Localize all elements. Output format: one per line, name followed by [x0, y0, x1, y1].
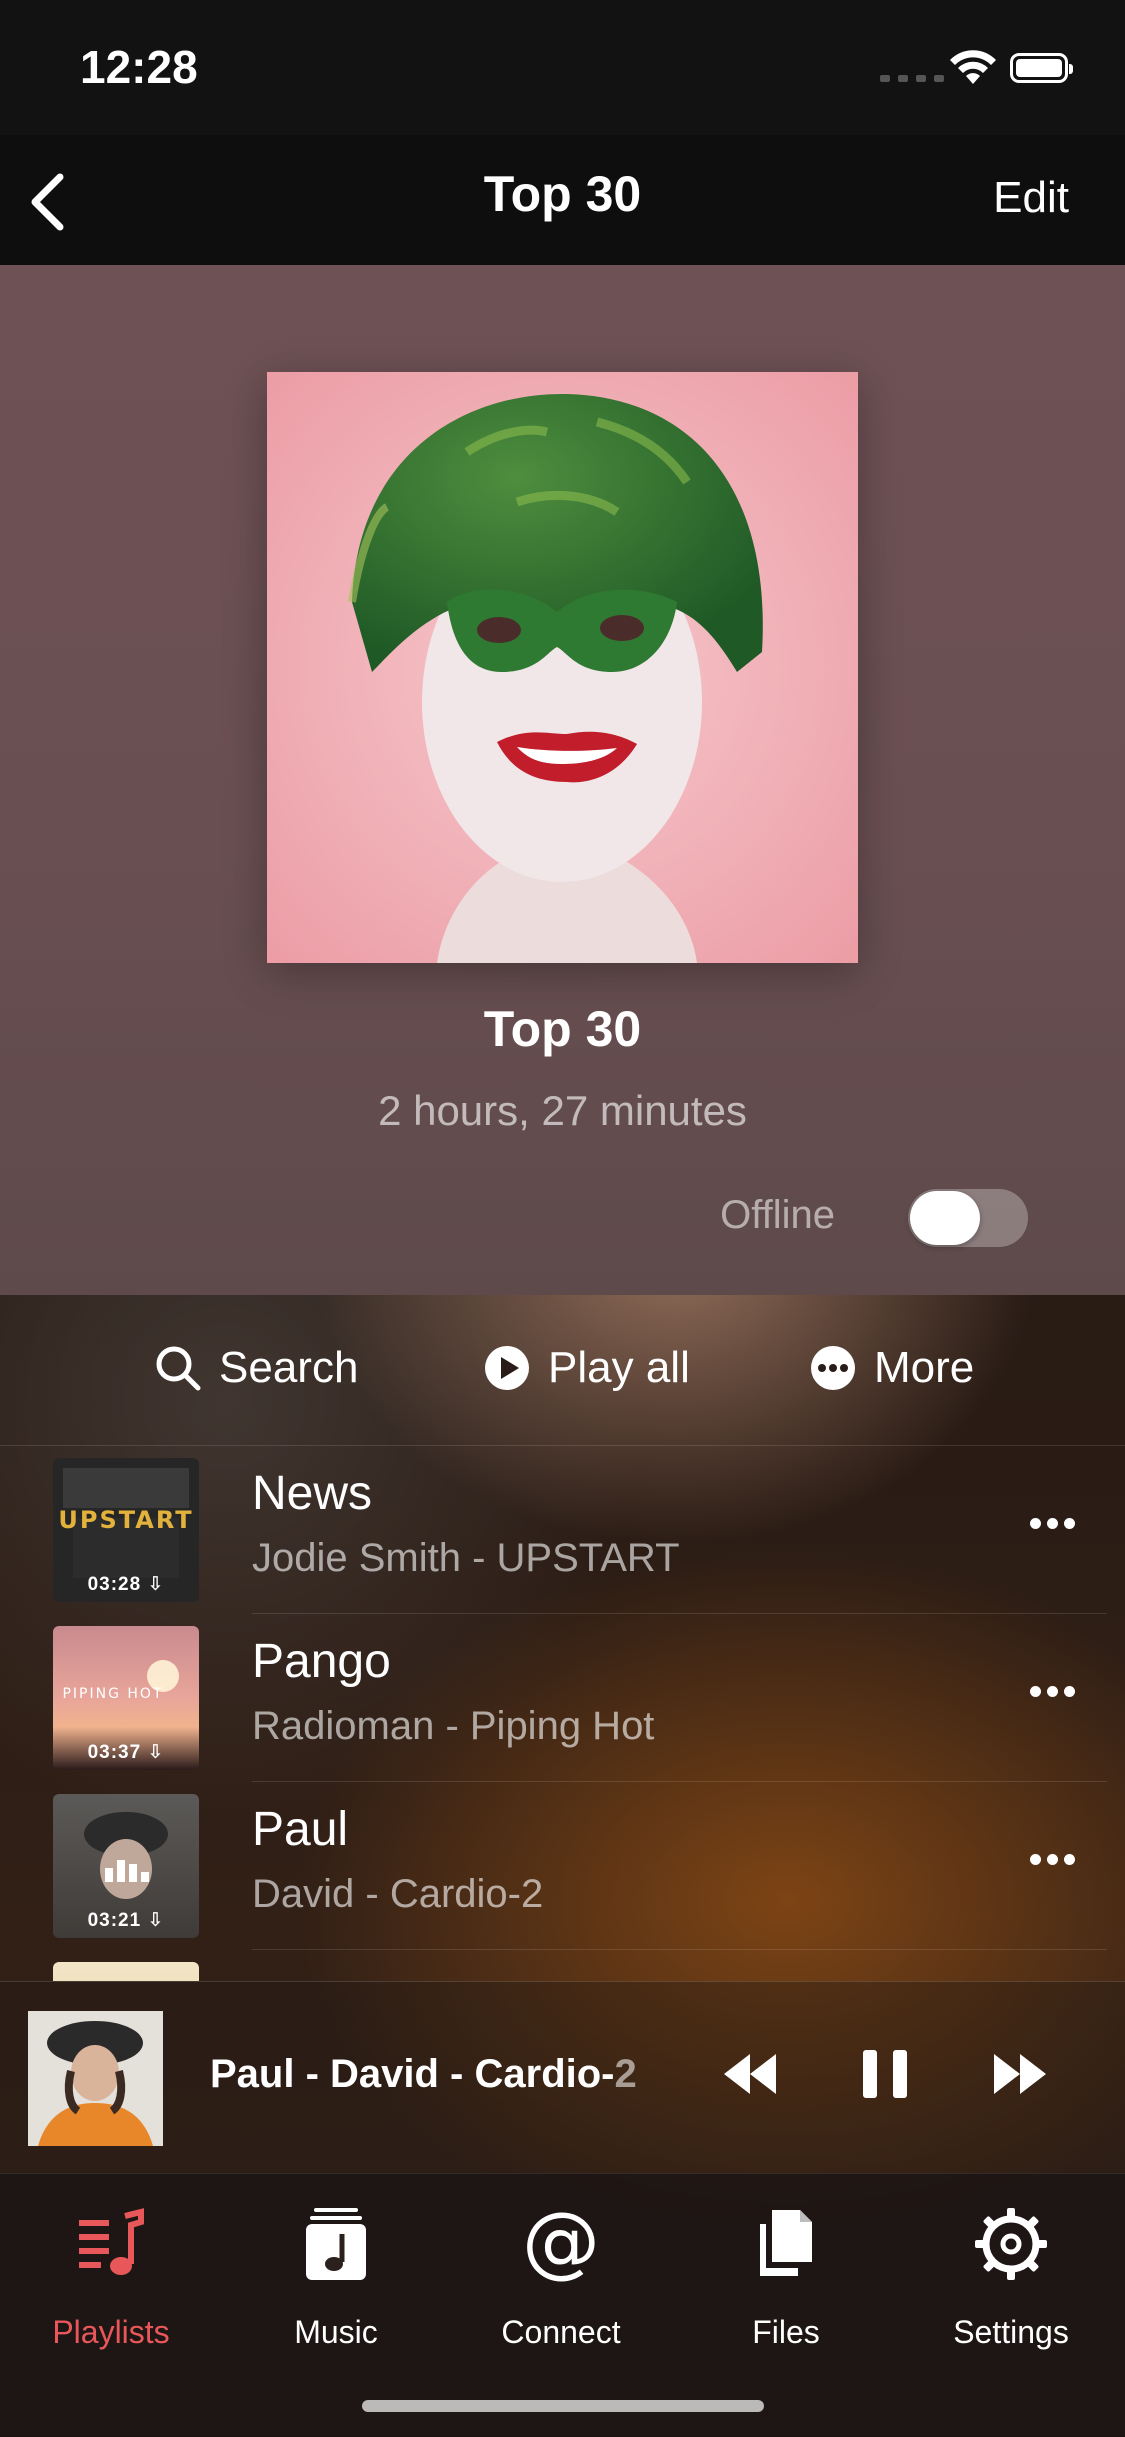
- tab-bar: Playlists Music @ Connect Files Settings: [0, 2173, 1125, 2437]
- equalizer-icon: [105, 1868, 113, 1882]
- playlist-header: Top 30 2 hours, 27 minutes Offline: [0, 265, 1125, 1295]
- track-artist-album: David - Cardio-2: [252, 1872, 544, 1916]
- track-row[interactable]: PIPING HOT 03:37 ⇩ Pango Radioman - Pipi…: [0, 1614, 1125, 1782]
- playlist-title: Top 30: [483, 1001, 642, 1057]
- track-list: UPSTART 03:28 ⇩ News Jodie Smith - UPSTA…: [0, 1446, 1125, 1981]
- track-more-button[interactable]: [1030, 1840, 1075, 1879]
- play-all-label: Play all: [548, 1343, 690, 1392]
- tab-settings[interactable]: Settings: [911, 2204, 1111, 2351]
- toggle-knob: [910, 1191, 980, 1245]
- playlist-icon: [79, 2208, 144, 2275]
- navigation-bar: Top 30 Edit: [0, 135, 1125, 266]
- playlist-cover-art: [267, 372, 858, 963]
- now-playing-artwork: [28, 2011, 163, 2146]
- offline-label: Offline: [720, 1193, 835, 1237]
- track-artwork: 03:21 ⇩: [53, 1794, 199, 1938]
- track-art-text: PIPING HOT: [62, 1686, 163, 1702]
- playlist-actions: Search Play all More: [0, 1295, 1125, 1446]
- home-indicator: [362, 2400, 764, 2412]
- more-button[interactable]: More: [810, 1343, 974, 1393]
- track-duration: 03:37 ⇩: [87, 1742, 165, 1763]
- edit-button[interactable]: Edit: [993, 173, 1069, 223]
- at-sign-icon: @: [522, 2204, 600, 2284]
- tab-connect[interactable]: @ Connect: [461, 2204, 661, 2351]
- track-more-button[interactable]: [1030, 1672, 1075, 1711]
- track-row[interactable]: [0, 1950, 1125, 1981]
- battery-icon: [1010, 53, 1073, 83]
- search-button[interactable]: Search: [155, 1343, 358, 1393]
- rewind-button[interactable]: [720, 2044, 780, 2104]
- search-icon: [156, 1346, 201, 1391]
- track-artwork: PIPING HOT 03:37 ⇩: [53, 1626, 199, 1770]
- track-artist-album: Radioman - Piping Hot: [252, 1704, 655, 1748]
- track-duration: 03:21 ⇩: [87, 1910, 165, 1931]
- more-label: More: [874, 1343, 975, 1392]
- offline-toggle[interactable]: [908, 1189, 1028, 1247]
- track-row[interactable]: 03:21 ⇩ Paul David - Cardio-2: [0, 1782, 1125, 1950]
- tab-label: Settings: [953, 2314, 1069, 2350]
- playlist-duration: 2 hours, 27 minutes: [378, 1087, 747, 1134]
- track-duration: 03:28 ⇩: [87, 1574, 165, 1595]
- tab-label: Files: [752, 2314, 820, 2350]
- search-label: Search: [219, 1343, 359, 1392]
- tab-label: Connect: [501, 2314, 621, 2350]
- track-artwork: UPSTART 03:28 ⇩: [53, 1458, 199, 1602]
- now-playing-title: Paul - David - Cardio-2: [210, 2052, 637, 2096]
- tab-music[interactable]: Music: [236, 2204, 436, 2351]
- track-title: Pango: [252, 1635, 391, 1688]
- gear-icon: [975, 2208, 1047, 2280]
- signal-icon: [880, 75, 944, 82]
- tab-label: Playlists: [52, 2314, 170, 2350]
- track-title: Paul: [252, 1803, 349, 1856]
- play-all-button[interactable]: Play all: [484, 1343, 690, 1393]
- tab-playlists[interactable]: Playlists: [11, 2204, 211, 2351]
- track-title: News: [252, 1467, 373, 1520]
- files-icon: [760, 2210, 812, 2276]
- track-art-text: UPSTART: [58, 1506, 193, 1534]
- wifi-icon: [950, 50, 996, 84]
- tab-label: Music: [294, 2314, 378, 2350]
- page-title: Top 30: [483, 166, 642, 222]
- track-artwork: [53, 1962, 199, 1981]
- track-artist-album: Jodie Smith - UPSTART: [252, 1536, 680, 1580]
- svg-text:@: @: [522, 2204, 600, 2284]
- now-playing-bar[interactable]: Paul - David - Cardio-2: [0, 1981, 1125, 2174]
- status-bar: 12:28: [0, 0, 1125, 135]
- track-row[interactable]: UPSTART 03:28 ⇩ News Jodie Smith - UPSTA…: [0, 1446, 1125, 1614]
- status-time: 12:28: [80, 41, 198, 93]
- play-circle-icon: [485, 1346, 529, 1390]
- pause-button[interactable]: [855, 2044, 915, 2104]
- track-more-button[interactable]: [1030, 1504, 1075, 1543]
- more-circle-icon: [811, 1346, 855, 1390]
- tab-files[interactable]: Files: [686, 2204, 886, 2351]
- music-note-icon: [306, 2208, 366, 2280]
- fast-forward-button[interactable]: [990, 2044, 1050, 2104]
